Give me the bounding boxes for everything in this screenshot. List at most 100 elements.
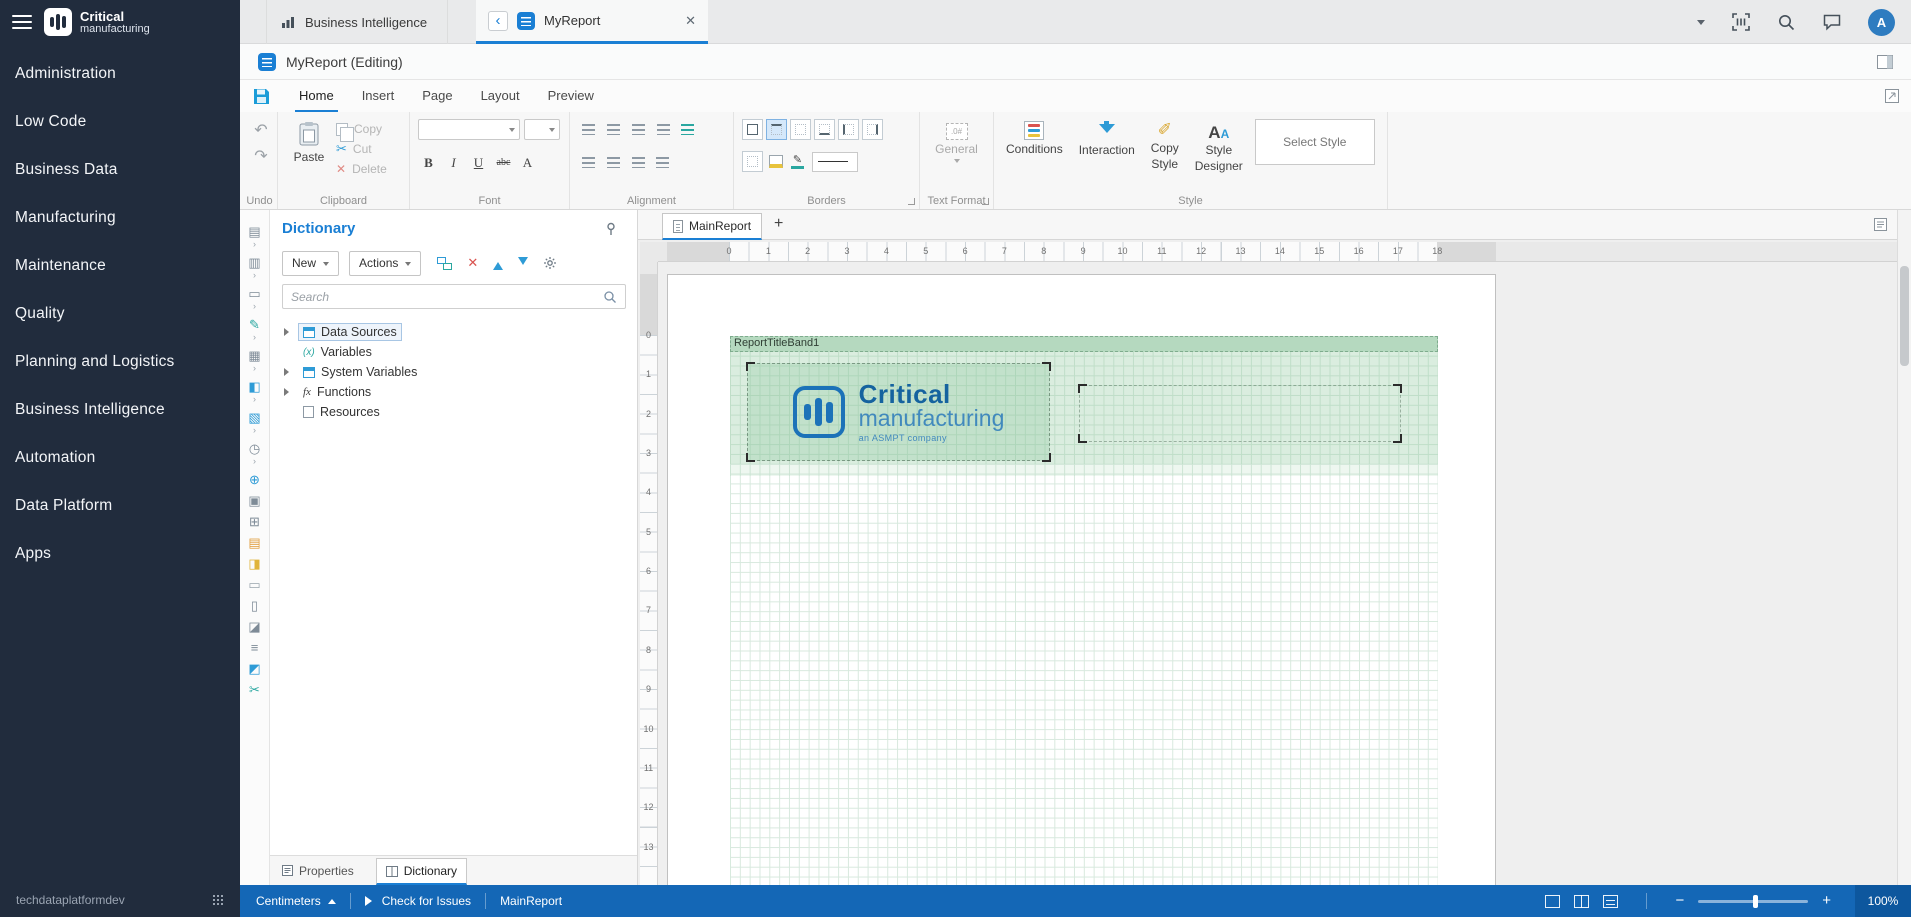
pin-icon[interactable]	[605, 222, 617, 236]
units-dropdown[interactable]: Centimeters	[256, 894, 336, 908]
bands-icon[interactable]: ▤	[248, 224, 260, 239]
text-angle-button[interactable]	[678, 119, 699, 140]
indicator-icon[interactable]: ◨	[248, 556, 260, 571]
selection-handle[interactable]	[1078, 434, 1087, 443]
search-input[interactable]	[291, 290, 597, 304]
align-middle-button[interactable]	[603, 152, 624, 173]
copy-style-button[interactable]: ✐ Copy Style	[1147, 119, 1183, 173]
check-for-issues-button[interactable]: Check for Issues	[365, 894, 471, 908]
font-family-select[interactable]	[418, 119, 520, 140]
border-bottom-button[interactable]	[814, 119, 835, 140]
tree-item-variables[interactable]: (x)Variables	[270, 342, 637, 362]
tab-dictionary[interactable]: Dictionary	[376, 858, 467, 885]
borders-dialog-launcher-icon[interactable]	[908, 198, 915, 205]
selection-handle[interactable]	[1393, 434, 1402, 443]
text-format-button[interactable]: .0# General	[928, 121, 985, 168]
toolbox-expander-icon[interactable]: ›	[253, 457, 256, 466]
delete-item-icon[interactable]: ✕	[467, 255, 478, 271]
rich-text-icon[interactable]: ≡	[251, 640, 259, 655]
ribbon-tab-preview[interactable]: Preview	[534, 80, 608, 112]
toolbox-expander-icon[interactable]: ›	[253, 395, 256, 404]
border-right-button[interactable]	[862, 119, 883, 140]
tree-item-resources[interactable]: Resources	[270, 402, 637, 422]
sidebar-item-data-platform[interactable]: Data Platform	[0, 482, 240, 530]
calendar-icon[interactable]: ⊞	[249, 514, 260, 529]
fill-color-button[interactable]	[769, 155, 785, 168]
align-center-button[interactable]	[603, 119, 624, 140]
border-left-button[interactable]	[838, 119, 859, 140]
text-format-dialog-launcher-icon[interactable]	[982, 198, 989, 205]
italic-button[interactable]: I	[443, 152, 464, 173]
picture-icon[interactable]: ◩	[248, 661, 260, 676]
scrollbar-thumb[interactable]	[1900, 266, 1909, 366]
text-component-icon[interactable]: ▭	[248, 286, 260, 301]
border-style-select[interactable]	[812, 152, 858, 172]
copy-button[interactable]: Copy	[336, 119, 387, 139]
paste-button[interactable]: Paste	[286, 119, 332, 164]
ribbon-tab-insert[interactable]: Insert	[348, 80, 409, 112]
new-relation-icon[interactable]	[437, 257, 452, 270]
interaction-button[interactable]: Interaction	[1075, 119, 1139, 159]
font-size-select[interactable]	[524, 119, 560, 140]
tab-properties[interactable]: Properties	[282, 856, 354, 885]
move-up-icon[interactable]	[493, 257, 503, 270]
shapes-icon[interactable]: ✂	[249, 682, 260, 697]
chat-icon[interactable]	[1822, 12, 1842, 32]
selection-handle[interactable]	[1042, 362, 1051, 371]
screen-icon[interactable]: ▯	[251, 598, 258, 613]
search-icon[interactable]	[603, 290, 617, 304]
add-page-button[interactable]: +	[774, 215, 783, 233]
selection-handle[interactable]	[1042, 453, 1051, 462]
selection-handle[interactable]	[746, 362, 755, 371]
selection-handle[interactable]	[1393, 384, 1402, 393]
card-icon[interactable]: ▤	[248, 535, 260, 550]
underline-button[interactable]: U	[468, 152, 489, 173]
chart-icon[interactable]: ◧	[248, 379, 260, 394]
actions-button[interactable]: Actions	[349, 251, 421, 276]
zoom-in-button[interactable]: +	[1822, 894, 1831, 908]
cross-bands-icon[interactable]: ▥	[248, 255, 260, 270]
single-page-view-icon[interactable]	[1545, 895, 1560, 908]
avatar[interactable]: A	[1868, 9, 1895, 36]
cut-button[interactable]: ✂ Cut	[336, 139, 387, 159]
border-outline-button[interactable]	[742, 151, 763, 172]
toolbox-expander-icon[interactable]: ›	[253, 333, 256, 342]
sidebar-item-quality[interactable]: Quality	[0, 290, 240, 338]
page-manager-icon[interactable]	[1874, 218, 1887, 231]
expand-window-icon[interactable]	[1885, 89, 1899, 103]
panel-layout-icon[interactable]	[1877, 55, 1893, 69]
image-icon[interactable]: ▣	[248, 493, 260, 508]
font-color-button[interactable]: A	[518, 152, 539, 173]
ribbon-tab-home[interactable]: Home	[285, 80, 348, 112]
tab-business-intelligence[interactable]: Business Intelligence	[266, 0, 448, 44]
search-icon[interactable]	[1777, 13, 1796, 32]
menu-icon[interactable]	[12, 15, 32, 29]
ribbon-tab-page[interactable]: Page	[408, 80, 466, 112]
close-tab-icon[interactable]: ✕	[685, 13, 696, 29]
logo-image-component[interactable]: Critical manufacturing an ASMPT company	[747, 363, 1050, 461]
border-none-button[interactable]	[790, 119, 811, 140]
border-all-button[interactable]	[742, 119, 763, 140]
sidebar-item-low-code[interactable]: Low Code	[0, 98, 240, 146]
apps-grid-icon[interactable]	[213, 895, 224, 906]
undo-icon[interactable]: ↶	[250, 119, 272, 141]
sidebar-item-manufacturing[interactable]: Manufacturing	[0, 194, 240, 242]
sidebar-item-automation[interactable]: Automation	[0, 434, 240, 482]
text-component[interactable]	[1079, 385, 1401, 442]
two-column-view-icon[interactable]	[1574, 895, 1589, 908]
zoom-slider[interactable]	[1698, 900, 1808, 903]
map-icon[interactable]: ⊕	[249, 472, 260, 487]
delete-button[interactable]: ✕ Delete	[336, 159, 387, 179]
style-designer-button[interactable]: AA Style Designer	[1191, 119, 1247, 175]
selection-handle[interactable]	[746, 453, 755, 462]
new-button[interactable]: New	[282, 251, 339, 276]
zoom-out-button[interactable]: −	[1675, 894, 1684, 908]
toolbox-expander-icon[interactable]: ›	[253, 302, 256, 311]
report-tab-mainreport[interactable]: MainReport	[662, 213, 762, 240]
continuous-view-icon[interactable]	[1603, 895, 1618, 908]
border-color-button[interactable]: ✎	[791, 155, 806, 169]
panel-icon[interactable]: ▭	[248, 577, 260, 592]
signature-icon[interactable]: ✎	[249, 317, 260, 332]
select-style-gallery[interactable]: Select Style	[1255, 119, 1375, 165]
tab-myreport[interactable]: ‹ MyReport ✕	[476, 0, 708, 44]
